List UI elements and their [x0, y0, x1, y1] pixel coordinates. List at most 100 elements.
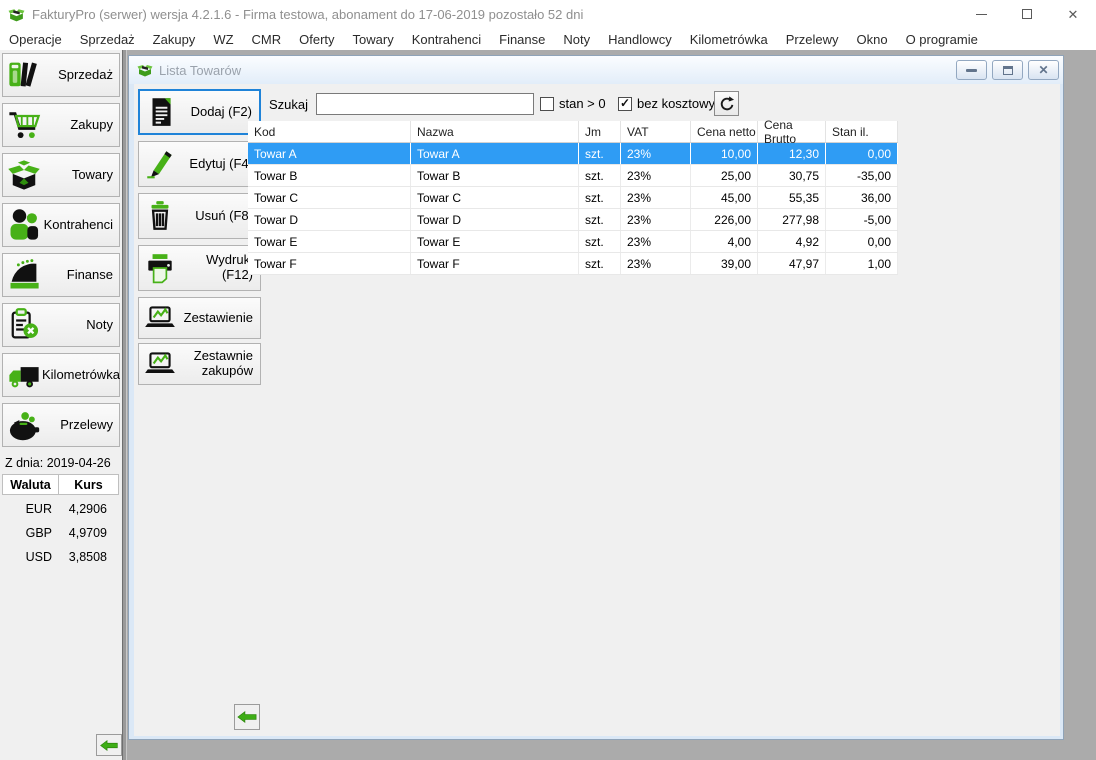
table-row[interactable]: Towar E Towar E szt. 23% 4,00 4,92 0,00 — [248, 231, 898, 253]
cell-cena-netto: 39,00 — [691, 253, 758, 274]
menu-finanse[interactable]: Finanse — [490, 32, 554, 47]
dodaj-button[interactable]: Dodaj (F2) — [138, 89, 261, 135]
sidebar-item-finanse[interactable]: Finanse — [2, 253, 120, 297]
chart-laptop-icon — [143, 347, 177, 381]
child-minimize-button[interactable] — [956, 60, 987, 80]
child-titlebar[interactable]: Lista Towarów ✕ — [129, 56, 1063, 84]
edit-pen-icon — [143, 147, 177, 181]
filter-label: stan > 0 — [559, 96, 606, 111]
table-row[interactable]: Towar B Towar B szt. 23% 25,00 30,75 -35… — [248, 165, 898, 187]
menu-okno[interactable]: Okno — [847, 32, 896, 47]
cell-stan: 36,00 — [826, 187, 898, 208]
truck-icon — [6, 357, 42, 393]
box-icon — [6, 157, 42, 193]
rates-header: Waluta Kurs — [2, 474, 120, 495]
cart-icon — [6, 107, 42, 143]
cash-register-icon — [6, 257, 42, 293]
cell-cena-brutto: 4,92 — [758, 231, 826, 252]
sidebar-label: Zakupy — [42, 118, 119, 132]
col-stan[interactable]: Stan il. — [826, 121, 898, 142]
cell-jm: szt. — [579, 253, 621, 274]
cell-cena-brutto: 30,75 — [758, 165, 826, 186]
zestawienie-zakupow-button[interactable]: Zestawnie zakupów — [138, 343, 261, 385]
minimize-button[interactable] — [958, 0, 1004, 28]
sidebar-label: Przelewy — [42, 418, 119, 432]
trash-icon — [143, 199, 177, 233]
filter-stan[interactable]: stan > 0 — [540, 96, 606, 111]
menu-wz[interactable]: WZ — [204, 32, 242, 47]
child-minimize-icon — [966, 69, 977, 72]
cell-jm: szt. — [579, 187, 621, 208]
client-area: Sprzedaż Zakupy Towary — [0, 50, 1096, 760]
sidebar-item-towary[interactable]: Towary — [2, 153, 120, 197]
col-jm[interactable]: Jm — [579, 121, 621, 142]
cell-kod: Towar D — [248, 209, 411, 230]
sidebar-item-sprzedaz[interactable]: Sprzedaż — [2, 53, 120, 97]
cell-jm: szt. — [579, 209, 621, 230]
menu-sprzedaz[interactable]: Sprzedaż — [71, 32, 144, 47]
close-icon: ✕ — [1068, 8, 1079, 21]
cell-jm: szt. — [579, 165, 621, 186]
cell-nazwa: Towar D — [411, 209, 579, 230]
wydruki-button[interactable]: Wydruki (F12) — [138, 245, 261, 291]
menu-przelewy[interactable]: Przelewy — [777, 32, 848, 47]
back-arrow-icon — [237, 710, 257, 724]
sidebar-label: Kilometrówka — [42, 368, 126, 382]
sidebar-label: Noty — [42, 318, 119, 332]
rates-date-value: 2019-04-26 — [47, 456, 111, 470]
edytuj-button[interactable]: Edytuj (F4) — [138, 141, 261, 187]
col-cena-brutto[interactable]: Cena Brutto — [758, 121, 826, 142]
close-button[interactable]: ✕ — [1050, 0, 1096, 28]
sidebar-item-noty[interactable]: Noty — [2, 303, 120, 347]
menu-zakupy[interactable]: Zakupy — [144, 32, 205, 47]
cell-stan: 0,00 — [826, 231, 898, 252]
menu-kilometrowka[interactable]: Kilometrówka — [681, 32, 777, 47]
menu-operacje[interactable]: Operacje — [0, 32, 71, 47]
cell-nazwa: Towar E — [411, 231, 579, 252]
toolbar-label: Zestawnie zakupów — [177, 349, 260, 379]
sidebar-item-kontrahenci[interactable]: Kontrahenci — [2, 203, 120, 247]
col-nazwa[interactable]: Nazwa — [411, 121, 579, 142]
rates-col-kurs: Kurs — [58, 474, 119, 495]
rates-date: Z dnia: 2019-04-26 — [5, 456, 111, 470]
table-row[interactable]: Towar D Towar D szt. 23% 226,00 277,98 -… — [248, 209, 898, 231]
menu-oferty[interactable]: Oferty — [290, 32, 343, 47]
sidebar-item-zakupy[interactable]: Zakupy — [2, 103, 120, 147]
menu-cmr[interactable]: CMR — [243, 32, 291, 47]
cell-vat: 23% — [621, 165, 691, 186]
sidebar-back-button[interactable] — [96, 734, 122, 756]
sidebar: Sprzedaż Zakupy Towary — [0, 50, 122, 760]
zestawienie-button[interactable]: Zestawienie — [138, 297, 261, 339]
col-cena-netto[interactable]: Cena netto — [691, 121, 758, 142]
sidebar-item-kilometrowka[interactable]: Kilometrówka — [2, 353, 120, 397]
child-restore-button[interactable] — [992, 60, 1023, 80]
filter-bez-kosztowych[interactable]: bez kosztowych — [618, 96, 729, 111]
rate-currency: GBP — [2, 526, 59, 540]
menu-kontrahenci[interactable]: Kontrahenci — [403, 32, 490, 47]
child-close-button[interactable]: ✕ — [1028, 60, 1059, 80]
menu-handlowcy[interactable]: Handlowcy — [599, 32, 681, 47]
child-window-icon — [137, 62, 153, 78]
maximize-button[interactable] — [1004, 0, 1050, 28]
col-vat[interactable]: VAT — [621, 121, 691, 142]
menu-towary[interactable]: Towary — [344, 32, 403, 47]
table-row[interactable]: Towar C Towar C szt. 23% 45,00 55,35 36,… — [248, 187, 898, 209]
products-table: Kod Nazwa Jm VAT Cena netto Cena Brutto … — [248, 121, 898, 275]
child-client: Dodaj (F2) Edytuj (F4) — [134, 84, 1060, 736]
sidebar-item-przelewy[interactable]: Przelewy — [2, 403, 120, 447]
table-row[interactable]: Towar A Towar A szt. 23% 10,00 12,30 0,0… — [248, 143, 898, 165]
usun-button[interactable]: Usuń (F8) — [138, 193, 261, 239]
cell-stan: -35,00 — [826, 165, 898, 186]
child-back-button[interactable] — [234, 704, 260, 730]
menu-o-programie[interactable]: O programie — [897, 32, 987, 47]
search-input[interactable] — [316, 93, 534, 115]
rate-row: GBP 4,9709 — [2, 521, 120, 545]
refresh-button[interactable] — [714, 91, 739, 116]
cell-vat: 23% — [621, 143, 691, 164]
col-kod[interactable]: Kod — [248, 121, 411, 142]
table-row[interactable]: Towar F Towar F szt. 23% 39,00 47,97 1,0… — [248, 253, 898, 275]
child-window-lista-towarow: Lista Towarów ✕ Dodaj (F2) — [128, 55, 1064, 740]
window-titlebar: FakturyPro (serwer) wersja 4.2.1.6 - Fir… — [0, 0, 1096, 28]
menu-noty[interactable]: Noty — [554, 32, 599, 47]
cell-kod: Towar B — [248, 165, 411, 186]
